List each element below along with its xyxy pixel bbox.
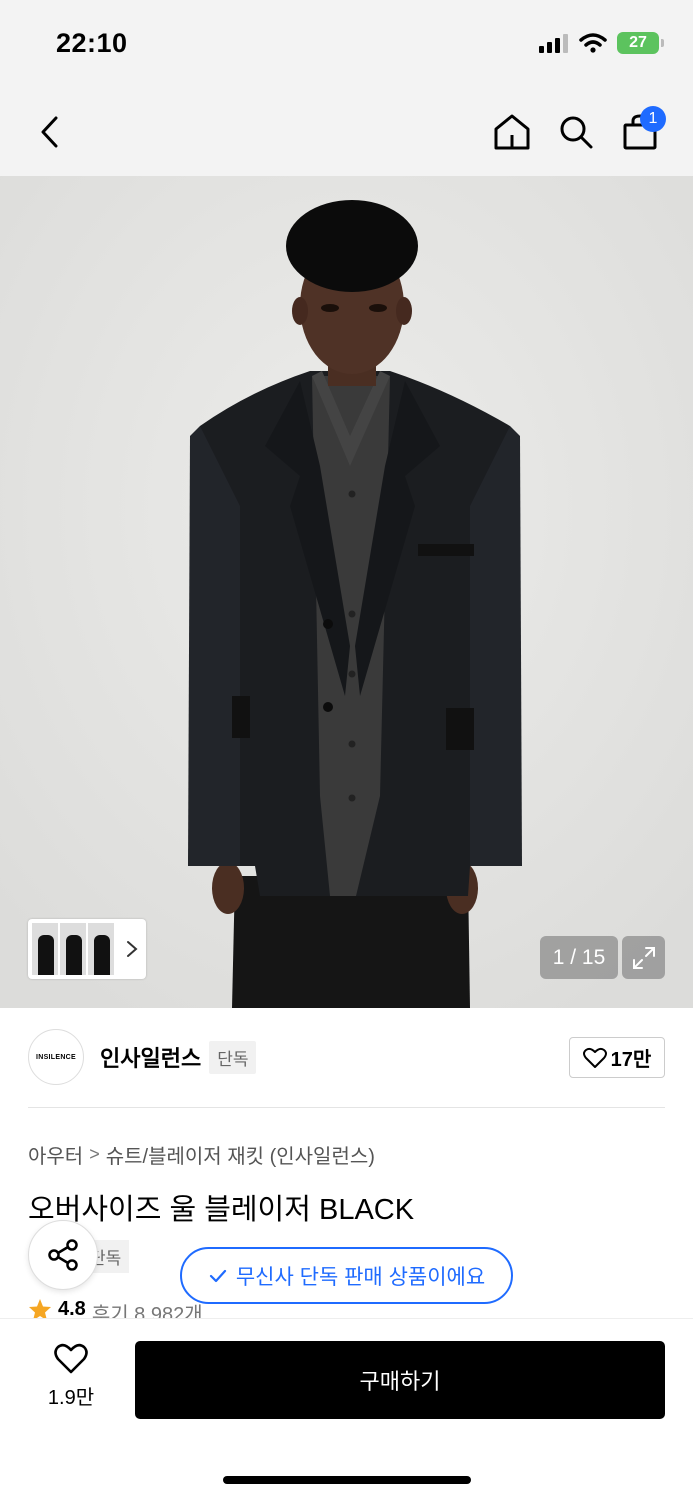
status-time: 22:10 xyxy=(56,28,128,58)
battery-indicator: 27 xyxy=(617,32,664,54)
thumbnail-image[interactable] xyxy=(60,923,86,975)
heart-icon xyxy=(582,1047,607,1068)
rating-row[interactable]: 4.8 후기 8,982개 xyxy=(28,1298,203,1318)
toast-text: 무신사 단독 판매 상품이에요 xyxy=(235,1265,486,1289)
heart-icon xyxy=(54,1343,88,1374)
product-image-gallery[interactable]: 1 / 15 xyxy=(0,176,693,1008)
buy-button[interactable]: 구매하기 xyxy=(135,1341,665,1419)
search-button[interactable] xyxy=(550,106,602,158)
bottom-action-bar: 1.9만 구매하기 xyxy=(0,1318,693,1500)
top-nav-bar: 1 xyxy=(0,88,693,176)
wishlist-count: 1.9만 xyxy=(47,1387,95,1409)
exclusive-badge: 단독 xyxy=(209,1040,257,1074)
brand-like-button[interactable]: 17만 xyxy=(569,1037,665,1078)
status-indicators: 27 xyxy=(539,32,664,54)
status-bar: 22:10 27 xyxy=(0,0,693,88)
home-indicator[interactable] xyxy=(223,1476,471,1484)
home-icon xyxy=(494,114,530,150)
breadcrumb: 아우터 > 슈트/블레이저 재킷 (인사일런스) xyxy=(28,1140,375,1169)
battery-level: 27 xyxy=(629,34,647,51)
image-page-indicator: 1 / 15 xyxy=(540,936,618,979)
thumbnail-image[interactable] xyxy=(32,923,58,975)
star-icon xyxy=(29,1299,51,1318)
rating-score: 4.8 xyxy=(58,1298,86,1318)
expand-icon xyxy=(632,946,655,969)
wishlist-button[interactable]: 1.9만 xyxy=(36,1343,106,1413)
breadcrumb-item-blazer[interactable]: 슈트/블레이저 재킷 (인사일런스) xyxy=(106,1140,375,1169)
brand-like-count: 17만 xyxy=(610,1049,652,1071)
share-icon xyxy=(48,1239,78,1271)
home-button[interactable] xyxy=(486,106,538,158)
product-photo xyxy=(0,176,693,1008)
signal-icon xyxy=(539,34,568,53)
back-button[interactable] xyxy=(24,106,76,158)
chevron-left-icon xyxy=(41,116,58,148)
thumbnail-image[interactable] xyxy=(88,923,114,975)
review-count: 후기 8,982개 xyxy=(91,1304,203,1318)
wifi-icon xyxy=(579,33,607,53)
search-icon xyxy=(560,116,593,149)
breadcrumb-item-outer[interactable]: 아우터 xyxy=(28,1140,83,1169)
brand-logo[interactable]: INSILENCE xyxy=(28,1029,84,1085)
brand-row: INSILENCE 인사일런스 단독 17만 xyxy=(28,1029,665,1085)
check-icon xyxy=(209,1269,226,1282)
cart-count-badge: 1 xyxy=(640,106,666,132)
brand-logo-text: INSILENCE xyxy=(35,1053,77,1061)
share-button[interactable] xyxy=(28,1220,98,1290)
expand-image-button[interactable] xyxy=(622,936,665,979)
exclusive-toast: 무신사 단독 판매 상품이에요 xyxy=(180,1247,513,1304)
divider xyxy=(28,1107,665,1108)
thumbnail-strip[interactable] xyxy=(28,919,146,979)
product-title: 오버사이즈 울 블레이저 BLACK xyxy=(28,1194,415,1226)
chevron-right-icon: > xyxy=(89,1144,100,1164)
chevron-right-icon xyxy=(127,941,138,957)
brand-name[interactable]: 인사일런스 xyxy=(100,1041,201,1073)
cart-button[interactable]: 1 xyxy=(614,106,666,158)
